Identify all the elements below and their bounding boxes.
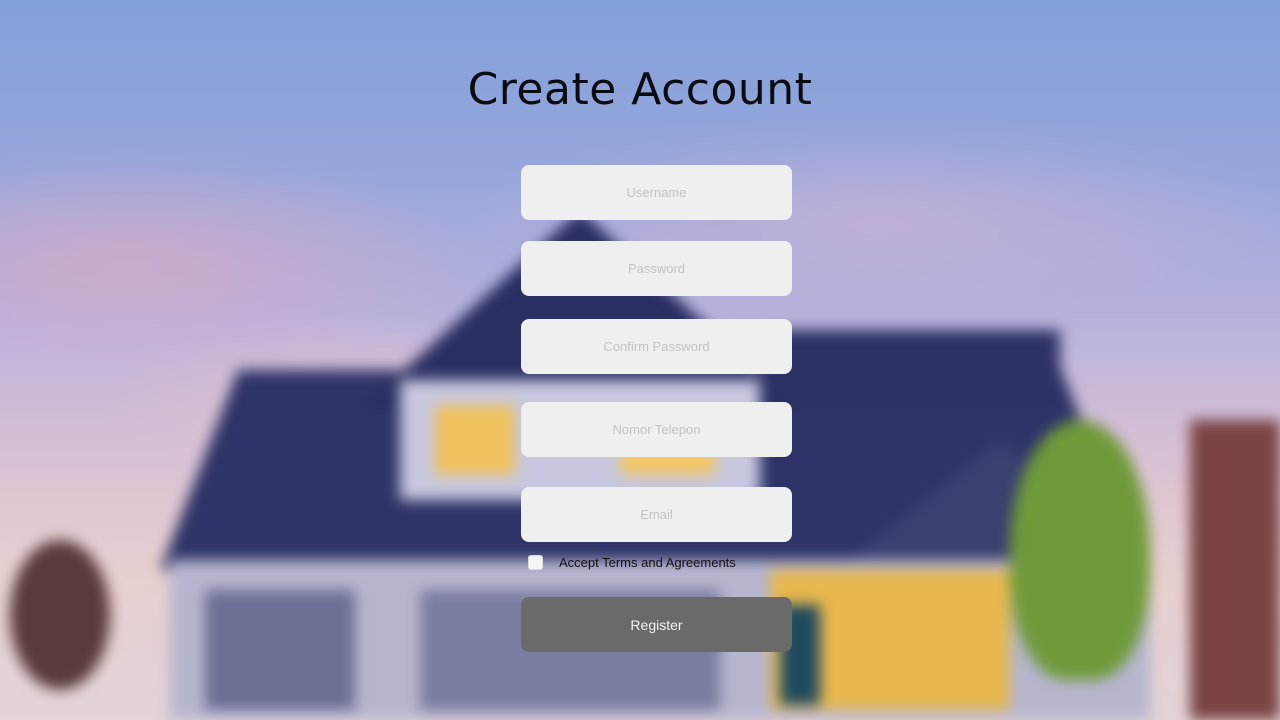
username-input[interactable] [521, 165, 792, 220]
register-button[interactable]: Register [521, 597, 792, 652]
password-input[interactable] [521, 241, 792, 296]
garage-door [205, 590, 355, 710]
terms-row: Accept Terms and Agreements [528, 555, 736, 570]
house-window [435, 405, 515, 475]
neighbor-house [1190, 420, 1280, 720]
email-input[interactable] [521, 487, 792, 542]
phone-number-input[interactable] [521, 402, 792, 457]
tree [1010, 420, 1150, 680]
terms-label: Accept Terms and Agreements [559, 555, 736, 570]
tree [10, 540, 110, 690]
registration-page: Create Account Accept Terms and Agreemen… [0, 0, 1280, 720]
confirm-password-input[interactable] [521, 319, 792, 374]
house-roof-right [760, 330, 1060, 410]
page-title: Create Account [467, 64, 813, 115]
terms-checkbox[interactable] [528, 555, 543, 570]
